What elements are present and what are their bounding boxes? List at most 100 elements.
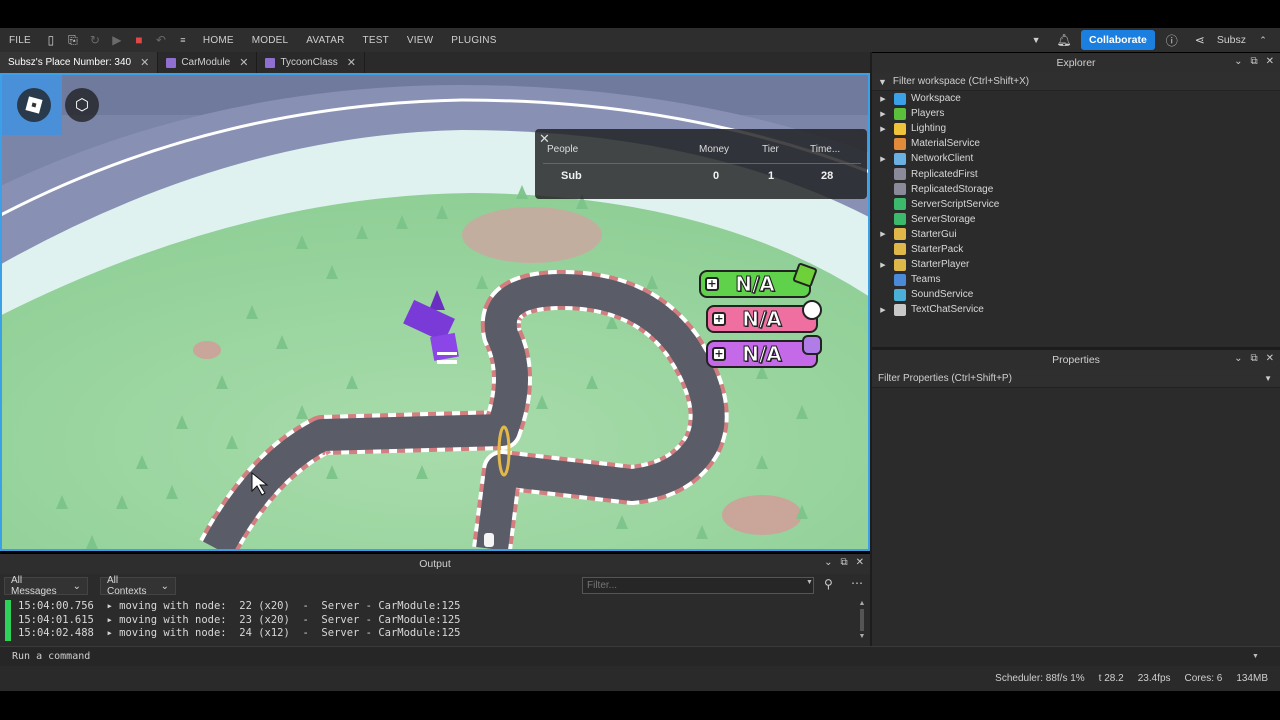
menu-avatar[interactable]: AVATAR xyxy=(297,35,353,46)
explorer-item-players[interactable]: ▶ Players xyxy=(872,106,1280,121)
white-car xyxy=(484,533,494,547)
explorer-item-workspace[interactable]: ▶ Workspace xyxy=(872,91,1280,106)
close-icon[interactable]: ✕ xyxy=(347,56,356,69)
roblox-menu-button[interactable] xyxy=(17,88,51,122)
explorer-item-soundservice[interactable]: SoundService xyxy=(872,287,1280,302)
explorer-item-label: StarterGui xyxy=(911,228,957,240)
menu-model[interactable]: MODEL xyxy=(243,35,298,46)
output-scrollbar[interactable]: ▲ ▼ xyxy=(858,600,866,644)
expand-arrow-icon[interactable]: ▶ xyxy=(872,125,894,133)
explorer-item-startergui[interactable]: ▶ StarterGui xyxy=(872,227,1280,242)
notification-bell-icon[interactable]: 🔔︎ xyxy=(1053,29,1075,51)
time-status: t 28.2 xyxy=(1098,673,1124,684)
explorer-item-serverscriptservice[interactable]: ServerScriptService xyxy=(872,197,1280,212)
explorer-item-replicatedfirst[interactable]: ReplicatedFirst xyxy=(872,166,1280,181)
clear-output-broom-icon[interactable]: ⚲ xyxy=(824,577,833,591)
explorer-item-networkclient[interactable]: ▶ NetworkClient xyxy=(872,151,1280,166)
tab-carmodule[interactable]: CarModule ✕ xyxy=(158,52,258,73)
explorer-header: Explorer ⌄ ⧉ ✕ xyxy=(872,53,1280,73)
networkclient-icon xyxy=(894,152,906,165)
command-input[interactable] xyxy=(12,651,1252,662)
dropdown-value: All Messages xyxy=(11,575,57,597)
chevron-down-icon: ⌄ xyxy=(160,580,169,592)
tab-tycoonclass[interactable]: TycoonClass ✕ xyxy=(257,52,365,73)
explorer-item-lighting[interactable]: ▶ Lighting xyxy=(872,121,1280,136)
scroll-thumb[interactable] xyxy=(860,609,864,631)
close-icon[interactable]: ✕ xyxy=(1266,353,1274,364)
explorer-item-teams[interactable]: Teams xyxy=(872,272,1280,287)
leaderboard-row[interactable]: Sub 0 1 28 xyxy=(535,170,867,190)
user-menu-chevron-icon[interactable]: ⌃ xyxy=(1252,29,1274,51)
explorer-item-label: ServerScriptService xyxy=(911,198,1000,210)
expand-arrow-icon[interactable]: ▶ xyxy=(872,95,894,103)
chevron-down-icon[interactable]: ▼ xyxy=(1025,29,1047,51)
undo-icon[interactable]: ↶ xyxy=(150,29,172,51)
expand-arrow-icon[interactable]: ▶ xyxy=(872,306,894,314)
menu-view[interactable]: VIEW xyxy=(398,35,442,46)
chevron-down-icon[interactable]: ▼ xyxy=(806,579,813,586)
backpack-button[interactable]: ⬡ xyxy=(65,88,99,122)
explorer-item-materialservice[interactable]: MaterialService xyxy=(872,136,1280,151)
user-name[interactable]: Subsz xyxy=(1217,34,1246,46)
open-file-icon[interactable]: ⎘ xyxy=(62,29,84,51)
contexts-dropdown[interactable]: All Contexts ⌄ xyxy=(100,575,176,597)
plus-icon[interactable]: + xyxy=(705,277,719,291)
chevron-down-icon[interactable]: ⌄ xyxy=(1234,56,1242,67)
scroll-up-icon[interactable]: ▲ xyxy=(858,600,866,607)
explorer-item-label: ReplicatedFirst xyxy=(911,168,978,180)
messages-dropdown[interactable]: All Messages ⌄ xyxy=(4,575,88,597)
undock-icon[interactable]: ⧉ xyxy=(840,557,847,568)
more-options-icon[interactable]: ⋯ xyxy=(851,576,863,590)
explorer-item-starterpack[interactable]: StarterPack xyxy=(872,242,1280,257)
output-filter-input[interactable] xyxy=(582,577,814,594)
close-icon[interactable]: ✕ xyxy=(856,557,864,568)
menu-file[interactable]: FILE xyxy=(0,35,40,46)
player-name: Sub xyxy=(561,170,582,182)
properties-filter[interactable]: Filter Properties (Ctrl+Shift+P) ▼ xyxy=(872,370,1280,388)
token-pill[interactable]: + N/A xyxy=(706,335,822,368)
gem-pill[interactable]: + N/A xyxy=(706,300,822,333)
panel-title: Properties xyxy=(1052,354,1100,366)
explorer-item-serverstorage[interactable]: ServerStorage xyxy=(872,212,1280,227)
expand-arrow-icon[interactable]: ▶ xyxy=(872,155,894,163)
help-icon[interactable]: ⓘ xyxy=(1161,29,1183,51)
tab-place[interactable]: Subsz's Place Number: 340 ✕ xyxy=(0,52,159,73)
game-viewport[interactable]: ⬡ ✕ People Money Tier Time... Sub 0 1 28… xyxy=(0,73,870,551)
stop-icon[interactable]: ■ xyxy=(128,29,150,51)
explorer-item-textchatservice[interactable]: ▶ TextChatService xyxy=(872,302,1280,317)
plus-icon[interactable]: + xyxy=(712,347,726,361)
close-icon[interactable]: ✕ xyxy=(1266,56,1274,67)
explorer-item-label: Workspace xyxy=(911,93,961,105)
chevron-down-icon[interactable]: ⌄ xyxy=(824,557,832,568)
output-filters: All Messages ⌄ All Contexts ⌄ ▼ ⚲ ⋯ xyxy=(0,574,870,598)
header-tier: Tier xyxy=(762,144,779,155)
redo-icon[interactable]: ↻ xyxy=(84,29,106,51)
menu-home[interactable]: HOME xyxy=(194,35,243,46)
explorer-filter[interactable]: ▼ Filter workspace (Ctrl+Shift+X) xyxy=(872,73,1280,91)
undock-icon[interactable]: ⧉ xyxy=(1250,56,1257,67)
log-line: 15:04:00.756 ▸ moving with node: 22 (x20… xyxy=(0,600,858,614)
menu-test[interactable]: TEST xyxy=(354,35,398,46)
cash-pill[interactable]: + N/A xyxy=(699,262,818,298)
panel-title: Explorer xyxy=(1056,57,1096,69)
undock-icon[interactable]: ⧉ xyxy=(1250,353,1257,364)
share-icon[interactable]: ⋖ xyxy=(1189,29,1211,51)
chevron-down-icon[interactable]: ▼ xyxy=(1252,653,1259,660)
chevron-down-icon[interactable]: ▼ xyxy=(1264,374,1272,383)
menu-plugins[interactable]: PLUGINS xyxy=(442,35,505,46)
scroll-down-icon[interactable]: ▼ xyxy=(858,633,866,640)
close-icon[interactable]: ✕ xyxy=(140,56,149,69)
expand-arrow-icon[interactable]: ▶ xyxy=(872,230,894,238)
more-menu-icon[interactable]: ≡ xyxy=(172,29,194,51)
explorer-item-replicatedstorage[interactable]: ReplicatedStorage xyxy=(872,182,1280,197)
close-icon[interactable]: ✕ xyxy=(239,56,248,69)
chevron-down-icon[interactable]: ⌄ xyxy=(1234,353,1242,364)
expand-arrow-icon[interactable]: ▶ xyxy=(872,110,894,118)
status-bar: Scheduler: 88f/s 1% t 28.2 23.4fps Cores… xyxy=(0,666,1280,691)
play-icon[interactable]: ▶ xyxy=(106,29,128,51)
plus-icon[interactable]: + xyxy=(712,312,726,326)
collaborate-button[interactable]: Collaborate xyxy=(1081,30,1155,50)
expand-arrow-icon[interactable]: ▶ xyxy=(872,261,894,269)
explorer-item-starterplayer[interactable]: ▶ StarterPlayer xyxy=(872,257,1280,272)
new-file-icon[interactable]: ▯ xyxy=(40,29,62,51)
